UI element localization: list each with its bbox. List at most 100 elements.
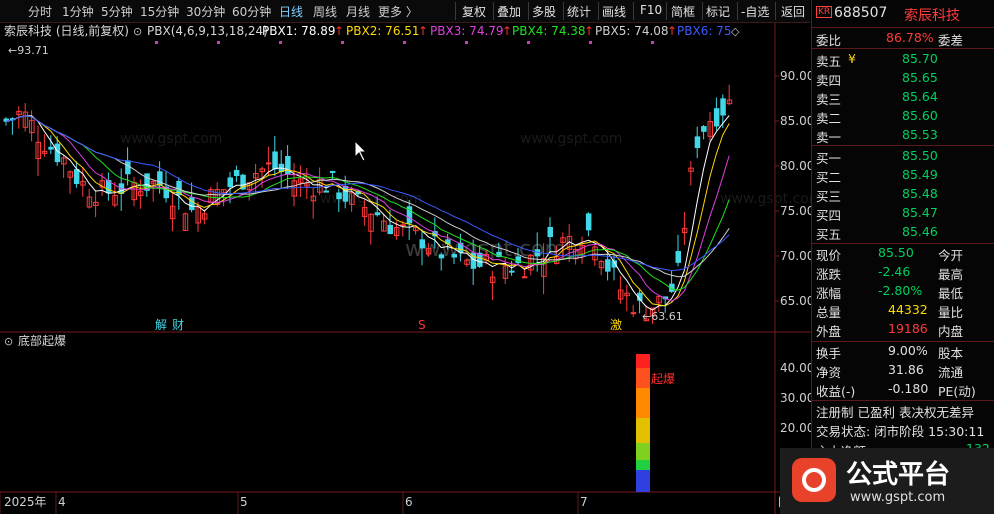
multi-stock-button[interactable]: 多股 bbox=[529, 2, 559, 21]
tab-monthly[interactable]: 月线 bbox=[346, 3, 370, 20]
quote-row: 总量 44332 量比 bbox=[816, 302, 964, 320]
watermark-text: www.gspt.com bbox=[120, 131, 222, 147]
sub-y-tick-label: 20.00 bbox=[780, 421, 811, 435]
quote-row: 涨跌 -2.46 最高 bbox=[816, 264, 964, 282]
signal-bar-segment bbox=[636, 470, 650, 492]
bid-row: 买五 85.46 bbox=[816, 224, 938, 242]
max-price-label: ←93.71 bbox=[8, 44, 49, 57]
y-tick-label: 65.00 bbox=[780, 294, 811, 308]
watermark-text: www.gspt.com bbox=[520, 131, 622, 147]
tab-timeshare[interactable]: 分时 bbox=[28, 3, 52, 20]
draw-line-button[interactable]: 画线 bbox=[599, 2, 629, 21]
simple-frame-button[interactable]: 简框 bbox=[668, 2, 698, 21]
candle-body bbox=[285, 156, 291, 175]
logo-mark bbox=[792, 458, 836, 502]
candle-body bbox=[374, 212, 381, 216]
stock-name: 索辰科技 bbox=[904, 8, 960, 24]
bid-row: 买一 85.50 bbox=[816, 148, 938, 166]
statistics-button[interactable]: 统计 bbox=[564, 2, 594, 21]
logo-url: www.gspt.com bbox=[850, 490, 946, 505]
x-axis-label: 4 bbox=[58, 495, 66, 509]
candle-body bbox=[54, 143, 61, 163]
signal-dot bbox=[155, 41, 158, 44]
candle-body bbox=[265, 162, 272, 165]
candle-body bbox=[451, 254, 457, 258]
pbx-legend-2: PBX2: 76.51 bbox=[346, 24, 420, 38]
candle-body bbox=[509, 270, 515, 273]
candle-body bbox=[400, 224, 406, 227]
candle-body bbox=[694, 136, 701, 149]
add-favorite-button[interactable]: -自选 bbox=[738, 2, 772, 21]
up-arrow-icon: ↑ bbox=[667, 24, 677, 38]
watermark-text: www.gspt.com bbox=[320, 191, 422, 207]
candle-body bbox=[189, 197, 195, 211]
signal-dot bbox=[217, 41, 220, 44]
stock-tags: 注册制 已盈利 表决权无差异 bbox=[816, 405, 974, 420]
tab-more[interactable]: 更多 〉 bbox=[378, 3, 418, 20]
signal-bar-segment bbox=[636, 418, 650, 443]
candle-body bbox=[605, 259, 611, 272]
tab-1min[interactable]: 1分钟 bbox=[62, 3, 94, 20]
candle-body bbox=[329, 170, 336, 173]
bid-row: 买四 85.47 bbox=[816, 205, 938, 223]
candle-body bbox=[675, 251, 681, 263]
signal-bar-segment bbox=[636, 368, 650, 388]
f10-button[interactable]: F10 bbox=[637, 2, 665, 18]
candle-body bbox=[419, 239, 425, 249]
signal-bar-segment bbox=[636, 388, 650, 418]
signal-bar-segment bbox=[636, 354, 650, 368]
back-button[interactable]: 返回 bbox=[778, 2, 808, 21]
candle-body bbox=[713, 108, 720, 127]
bid-row: 买二 85.49 bbox=[816, 167, 938, 185]
chart-background bbox=[0, 23, 811, 514]
chart-title: 索辰科技 (日线,前复权) bbox=[4, 23, 129, 38]
overlay-button[interactable]: 叠加 bbox=[494, 2, 524, 21]
signal-dot bbox=[341, 41, 344, 44]
ask-row: 卖五 ¥85.70 bbox=[816, 51, 938, 69]
tab-30min[interactable]: 30分钟 bbox=[186, 3, 225, 20]
fuquan-button[interactable]: 复权 bbox=[459, 2, 489, 21]
up-arrow-icon: ↑ bbox=[502, 24, 512, 38]
candle-body bbox=[720, 98, 726, 116]
candle-body bbox=[227, 177, 233, 188]
tab-weekly[interactable]: 周线 bbox=[313, 3, 337, 20]
x-axis-label: 5 bbox=[240, 495, 248, 509]
candle-body bbox=[521, 276, 528, 279]
stock-header: KR 688507 索辰科技 bbox=[816, 4, 992, 26]
x-axis-label: 2025年 bbox=[4, 495, 47, 509]
stat-row: 净资 31.86 流通 bbox=[816, 362, 964, 380]
kr-badge: KR bbox=[816, 6, 833, 18]
tab-15min[interactable]: 15分钟 bbox=[140, 3, 179, 20]
ask-row: 卖三 85.64 bbox=[816, 89, 938, 107]
signal-label: 起爆 bbox=[651, 372, 675, 386]
tab-daily[interactable]: 日线 bbox=[279, 3, 303, 20]
signal-dot bbox=[527, 41, 530, 44]
candle-body bbox=[73, 169, 80, 184]
settings-icon: ⊙ bbox=[133, 25, 142, 38]
candle-body bbox=[157, 171, 163, 186]
logo-title: 公式平台 bbox=[846, 460, 951, 490]
trade-status: 交易状态: 闭市阶段 15:30:11 bbox=[816, 424, 985, 439]
candle-body bbox=[438, 254, 445, 259]
pbx-legend-3: PBX3: 74.79 bbox=[430, 24, 504, 38]
candle-body bbox=[342, 185, 349, 202]
quote-row: 现价 85.50 今开 bbox=[816, 245, 964, 263]
kline-chart-area[interactable]: www.gspt.comwww.gspt.comwww.gspt.comwww.… bbox=[0, 23, 811, 514]
y-tick-label: 70.00 bbox=[780, 249, 811, 263]
y-tick-label: 85.00 bbox=[780, 114, 811, 128]
event-marker: S bbox=[418, 318, 426, 332]
tab-5min[interactable]: 5分钟 bbox=[101, 3, 133, 20]
pbx-legend-4: PBX4: 74.38 bbox=[512, 24, 586, 38]
ask-row: 卖四 85.65 bbox=[816, 70, 938, 88]
weibi-row: 委比 86.78% 委差 bbox=[816, 30, 964, 48]
quote-panel: KR 688507 索辰科技 委比 86.78% 委差 卖五 ¥85.70 卖四 85… bbox=[811, 0, 994, 514]
candle-body bbox=[336, 192, 342, 200]
gspt-logo: 公式平台 www.gspt.com bbox=[780, 448, 994, 514]
candle-body bbox=[233, 169, 240, 177]
quote-row: 涨幅 -2.80% 最低 bbox=[816, 283, 964, 301]
tab-60min[interactable]: 60分钟 bbox=[232, 3, 271, 20]
ask-row: 卖一 85.53 bbox=[816, 127, 938, 145]
candle-body bbox=[323, 190, 329, 193]
y-tick-label: 80.00 bbox=[780, 159, 811, 173]
mark-button[interactable]: 标记 bbox=[703, 2, 733, 21]
